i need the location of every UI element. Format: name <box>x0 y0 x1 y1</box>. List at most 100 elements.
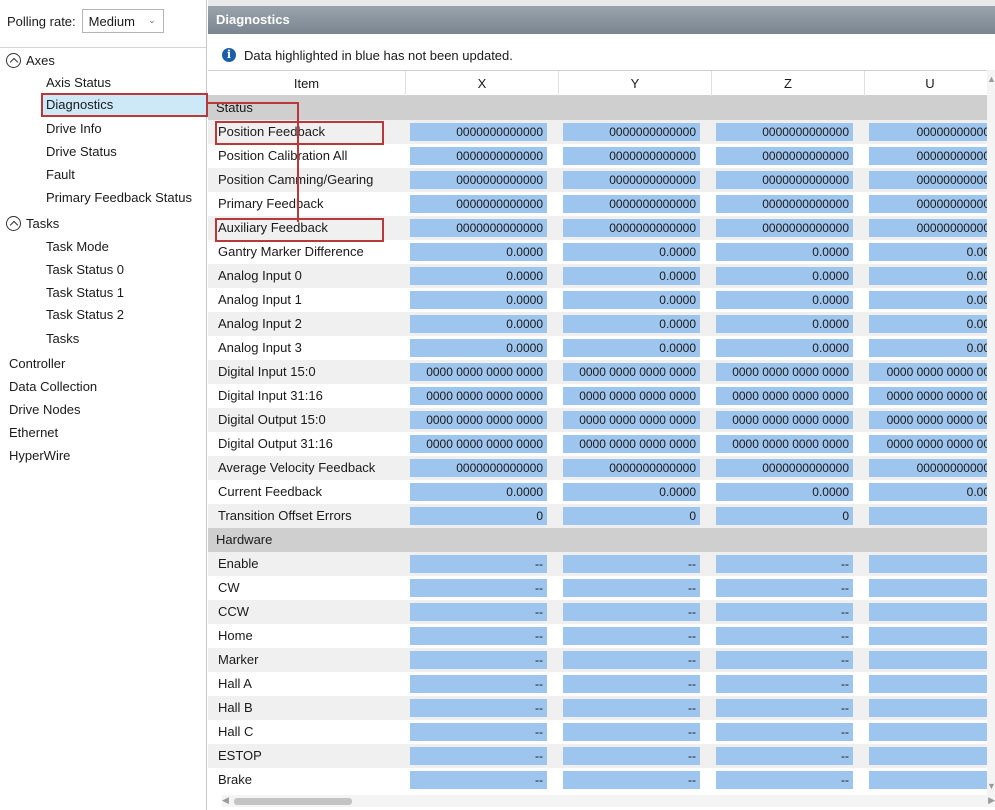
polling-rate-select[interactable]: Medium ⌄ <box>81 9 164 33</box>
table-row[interactable]: Position Camming/Gearing 0000000000000 000… <box>208 168 994 192</box>
row-label: Position Camming/Gearing <box>218 172 374 187</box>
value-cell-u <box>869 771 994 789</box>
value-cell-u <box>869 651 994 669</box>
horizontal-scrollbar[interactable]: ◀ ▶ <box>222 795 995 807</box>
tree-item-task-status-0[interactable]: Task Status 0 <box>46 259 124 281</box>
value-cell-z: 0000 0000 0000 0000 <box>716 363 853 381</box>
value-cell-u: 0000 0000 0000 00 <box>869 435 994 453</box>
table-row[interactable]: Position Feedback 0000000000000 0000000000… <box>208 120 994 144</box>
tree-item-controller[interactable]: Controller <box>9 353 65 375</box>
tree-item-task-status-2[interactable]: Task Status 2 <box>46 304 124 326</box>
table-row[interactable]: Analog Input 3 0.0000 0.0000 0.0000 0.00 <box>208 336 994 360</box>
table-row[interactable]: Hall A -- -- -- <box>208 672 994 696</box>
tree-item-task-mode[interactable]: Task Mode <box>46 236 109 258</box>
chevron-up-circle-icon[interactable] <box>6 53 21 69</box>
row-label: Digital Output 15:0 <box>218 412 326 427</box>
tree-item-data-collection[interactable]: Data Collection <box>9 376 97 398</box>
vertical-scrollbar[interactable]: ▲ ▼ <box>987 70 995 795</box>
value-cell-y: 0.0000 <box>563 483 700 501</box>
row-label: Current Feedback <box>218 484 323 499</box>
tree-item-axis-status[interactable]: Axis Status <box>46 72 111 94</box>
value-cell-y: 0.0000 <box>563 339 700 357</box>
tree-node-tasks[interactable]: Tasks <box>6 213 59 235</box>
table-row[interactable]: Average Velocity Feedback 0000000000000 00… <box>208 456 994 480</box>
tree-item-drive-info[interactable]: Drive Info <box>46 118 102 140</box>
table-row[interactable]: Digital Output 31:16 0000 0000 0000 0000 0… <box>208 432 994 456</box>
chevron-up-circle-icon[interactable] <box>6 216 21 232</box>
table-row[interactable]: Analog Input 0 0.0000 0.0000 0.0000 0.00 <box>208 264 994 288</box>
table-row[interactable]: Position Calibration All 0000000000000 000… <box>208 144 994 168</box>
column-header-item[interactable]: Item <box>208 71 406 96</box>
table-row[interactable]: Hall B -- -- -- <box>208 696 994 720</box>
table-row[interactable]: Current Feedback 0.0000 0.0000 0.0000 0.00 <box>208 480 994 504</box>
tree-item-ethernet[interactable]: Ethernet <box>9 422 58 444</box>
table-row[interactable]: Analog Input 2 0.0000 0.0000 0.0000 0.00 <box>208 312 994 336</box>
tree-item-primary-feedback-status[interactable]: Primary Feedback Status <box>46 187 192 209</box>
table-row[interactable]: ESTOP -- -- -- <box>208 744 994 768</box>
table-row[interactable]: Digital Input 31:16 0000 0000 0000 0000 00… <box>208 384 994 408</box>
table-row[interactable]: Digital Output 15:0 0000 0000 0000 0000 00… <box>208 408 994 432</box>
row-label: Hall B <box>218 700 253 715</box>
column-header-u[interactable]: U <box>865 71 995 96</box>
table-row[interactable]: CCW -- -- -- <box>208 600 994 624</box>
tree-item-drive-nodes[interactable]: Drive Nodes <box>9 399 81 421</box>
scroll-down-icon[interactable]: ▼ <box>987 781 995 791</box>
tree-item-diagnostics[interactable]: Diagnostics <box>41 94 206 116</box>
row-label: Analog Input 0 <box>218 268 302 283</box>
row-label: Transition Offset Errors <box>218 508 352 523</box>
scroll-right-icon[interactable]: ▶ <box>988 795 995 806</box>
table-row[interactable]: Primary Feedback 0000000000000 00000000000… <box>208 192 994 216</box>
table-row[interactable]: Transition Offset Errors 0 0 0 <box>208 504 994 528</box>
value-cell-z: 0000 0000 0000 0000 <box>716 411 853 429</box>
tree-node-axes[interactable]: Axes <box>6 50 55 72</box>
value-cell-x: 0.0000 <box>410 291 547 309</box>
navigation-tree: Axes Axis Status Diagnostics Drive Info … <box>0 47 206 463</box>
column-header-y[interactable]: Y <box>559 71 712 96</box>
value-cell-z: 0000000000000 <box>716 195 853 213</box>
value-cell-z: -- <box>716 579 853 597</box>
table-row[interactable]: Home -- -- -- <box>208 624 994 648</box>
value-cell-u: 00000000000 <box>869 219 994 237</box>
tree-item-fault[interactable]: Fault <box>46 164 75 186</box>
table-row[interactable]: Gantry Marker Difference 0.0000 0.0000 0.00… <box>208 240 994 264</box>
table-row[interactable]: CW -- -- -- <box>208 576 994 600</box>
value-cell-x: 0.0000 <box>410 267 547 285</box>
table-row[interactable]: Analog Input 1 0.0000 0.0000 0.0000 0.00 <box>208 288 994 312</box>
value-cell-x: 0000000000000 <box>410 195 547 213</box>
table-row[interactable]: Auxiliary Feedback 0000000000000 000000000… <box>208 216 994 240</box>
column-header-x[interactable]: X <box>406 71 559 96</box>
value-cell-z: 0000 0000 0000 0000 <box>716 387 853 405</box>
table-row[interactable]: Marker -- -- -- <box>208 648 994 672</box>
value-cell-x: -- <box>410 699 547 717</box>
scroll-up-icon[interactable]: ▲ <box>987 74 995 84</box>
row-label: Digital Input 15:0 <box>218 364 316 379</box>
tree-item-task-status-1[interactable]: Task Status 1 <box>46 282 124 304</box>
table-row[interactable]: Hall C -- -- -- <box>208 720 994 744</box>
value-cell-x: -- <box>410 627 547 645</box>
row-label: Gantry Marker Difference <box>218 244 364 259</box>
tree-item-drive-status[interactable]: Drive Status <box>46 141 117 163</box>
value-cell-z: 0.0000 <box>716 267 853 285</box>
table-row[interactable]: Enable -- -- -- <box>208 552 994 576</box>
tree-item-hyperwire[interactable]: HyperWire <box>9 445 70 467</box>
diagnostics-grid[interactable]: Item X Y Z U Status Position Feedback 0000… <box>208 70 995 795</box>
value-cell-y: 0.0000 <box>563 267 700 285</box>
value-cell-x: -- <box>410 723 547 741</box>
table-row[interactable]: Brake -- -- -- <box>208 768 994 792</box>
scroll-left-icon[interactable]: ◀ <box>222 795 229 806</box>
row-label: Brake <box>218 772 252 787</box>
tree-item-tasks[interactable]: Tasks <box>46 328 79 350</box>
value-cell-u: 00000000000 <box>869 147 994 165</box>
value-cell-y: 0000000000000 <box>563 459 700 477</box>
value-cell-y: -- <box>563 771 700 789</box>
column-header-z[interactable]: Z <box>712 71 865 96</box>
value-cell-z: 0000 0000 0000 0000 <box>716 435 853 453</box>
value-cell-x: 0000000000000 <box>410 459 547 477</box>
row-label: ESTOP <box>218 748 262 763</box>
value-cell-x: -- <box>410 747 547 765</box>
diagnostics-panel: Diagnostics i Data highlighted in blue h… <box>208 0 995 810</box>
value-cell-x: 0000 0000 0000 0000 <box>410 435 547 453</box>
horizontal-scroll-thumb[interactable] <box>234 798 352 805</box>
value-cell-u <box>869 579 994 597</box>
table-row[interactable]: Digital Input 15:0 0000 0000 0000 0000 000… <box>208 360 994 384</box>
